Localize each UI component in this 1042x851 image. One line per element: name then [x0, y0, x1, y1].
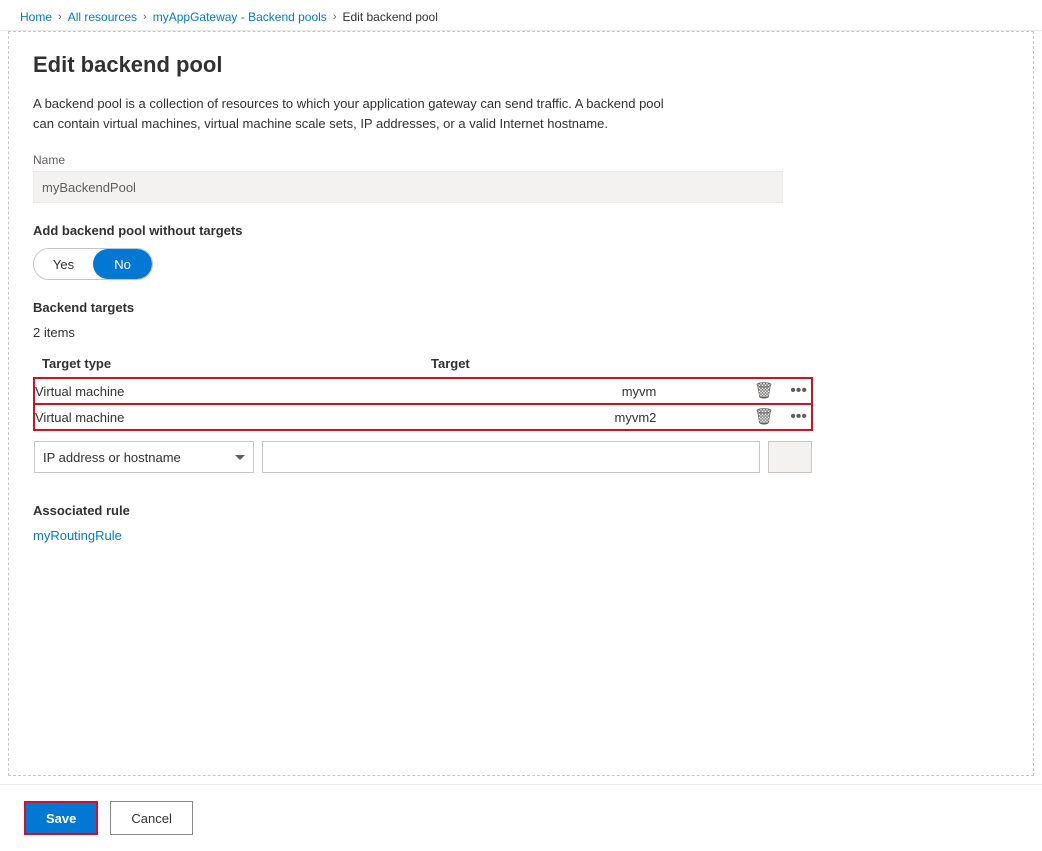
- target-type-1: Virtual machine: [34, 378, 423, 404]
- backend-targets-section: Backend targets 2 items Target type Targ…: [33, 300, 1009, 479]
- row-actions-2: 🗑 •••: [656, 405, 811, 429]
- breadcrumb-gateway[interactable]: myAppGateway - Backend pools: [153, 10, 327, 24]
- row-actions-1: 🗑 •••: [656, 379, 811, 403]
- delete-button-2[interactable]: 🗑: [750, 405, 778, 429]
- breadcrumb-sep-2: ›: [143, 11, 147, 23]
- col-header-target: Target: [423, 350, 656, 378]
- target-value-2: myvm2: [423, 404, 656, 430]
- chevron-down-icon: [235, 455, 245, 460]
- toggle-section: Add backend pool without targets Yes No: [33, 223, 1009, 280]
- name-label: Name: [33, 153, 1009, 167]
- breadcrumb-sep-3: ›: [333, 11, 337, 23]
- toggle-switch[interactable]: Yes No: [33, 248, 153, 280]
- more-icon-2: •••: [790, 408, 807, 426]
- toggle-yes[interactable]: Yes: [34, 249, 93, 279]
- delete-button-1[interactable]: 🗑: [750, 379, 778, 403]
- breadcrumb: Home › All resources › myAppGateway - Ba…: [0, 0, 1042, 31]
- name-input[interactable]: [33, 171, 783, 203]
- breadcrumb-all-resources[interactable]: All resources: [68, 10, 137, 24]
- more-button-1[interactable]: •••: [786, 380, 811, 402]
- description-text: A backend pool is a collection of resour…: [33, 94, 683, 133]
- target-value-input[interactable]: [262, 441, 760, 473]
- edit-panel: Edit backend pool A backend pool is a co…: [8, 31, 1034, 776]
- save-button[interactable]: Save: [24, 801, 98, 835]
- target-type-2: Virtual machine: [34, 404, 423, 430]
- table-row: Virtual machine myvm 🗑 •••: [34, 378, 812, 404]
- cancel-button[interactable]: Cancel: [110, 801, 192, 835]
- breadcrumb-home[interactable]: Home: [20, 10, 52, 24]
- name-field-group: Name: [33, 153, 1009, 223]
- backend-targets-label: Backend targets: [33, 300, 1009, 315]
- col-header-type: Target type: [34, 350, 423, 378]
- dropdown-label: IP address or hostname: [43, 450, 181, 465]
- footer-bar: Save Cancel: [0, 784, 1042, 851]
- delete-icon-2: 🗑: [754, 407, 774, 427]
- more-icon-1: •••: [790, 382, 807, 400]
- associated-rule-label: Associated rule: [33, 503, 1009, 518]
- breadcrumb-current: Edit backend pool: [342, 10, 437, 24]
- routing-rule-link[interactable]: myRoutingRule: [33, 528, 122, 543]
- toggle-section-label: Add backend pool without targets: [33, 223, 1009, 238]
- breadcrumb-sep-1: ›: [58, 11, 62, 23]
- associated-rule-section: Associated rule myRoutingRule: [33, 503, 1009, 543]
- page-title: Edit backend pool: [33, 52, 1009, 78]
- targets-table: Target type Target Virtual machine myvm: [33, 350, 813, 479]
- add-row-container: IP address or hostname: [34, 441, 812, 473]
- table-row: Virtual machine myvm2 🗑 •••: [34, 404, 812, 430]
- add-target-row: IP address or hostname: [34, 430, 812, 479]
- target-type-dropdown[interactable]: IP address or hostname: [34, 441, 254, 473]
- target-value-1: myvm: [423, 378, 656, 404]
- toggle-no[interactable]: No: [93, 249, 152, 279]
- delete-icon-1: 🗑: [754, 381, 774, 401]
- targets-count: 2 items: [33, 325, 1009, 340]
- add-target-button[interactable]: [768, 441, 812, 473]
- more-button-2[interactable]: •••: [786, 406, 811, 428]
